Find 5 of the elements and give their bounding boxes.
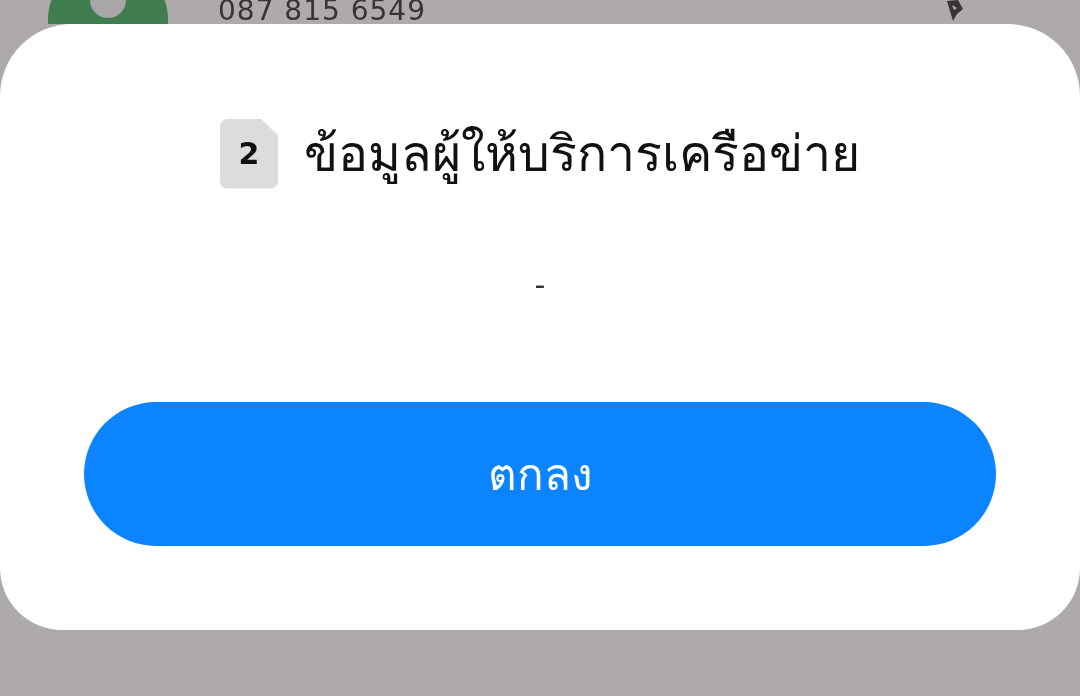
dialog-title: ข้อมูลผู้ให้บริการเครือข่าย	[304, 124, 860, 186]
phone-number: 087 815 6549	[218, 0, 426, 24]
carrier-value: -	[534, 267, 546, 304]
sim-card-icon: 2	[220, 118, 278, 189]
ok-button[interactable]: ตกลง	[84, 402, 996, 546]
